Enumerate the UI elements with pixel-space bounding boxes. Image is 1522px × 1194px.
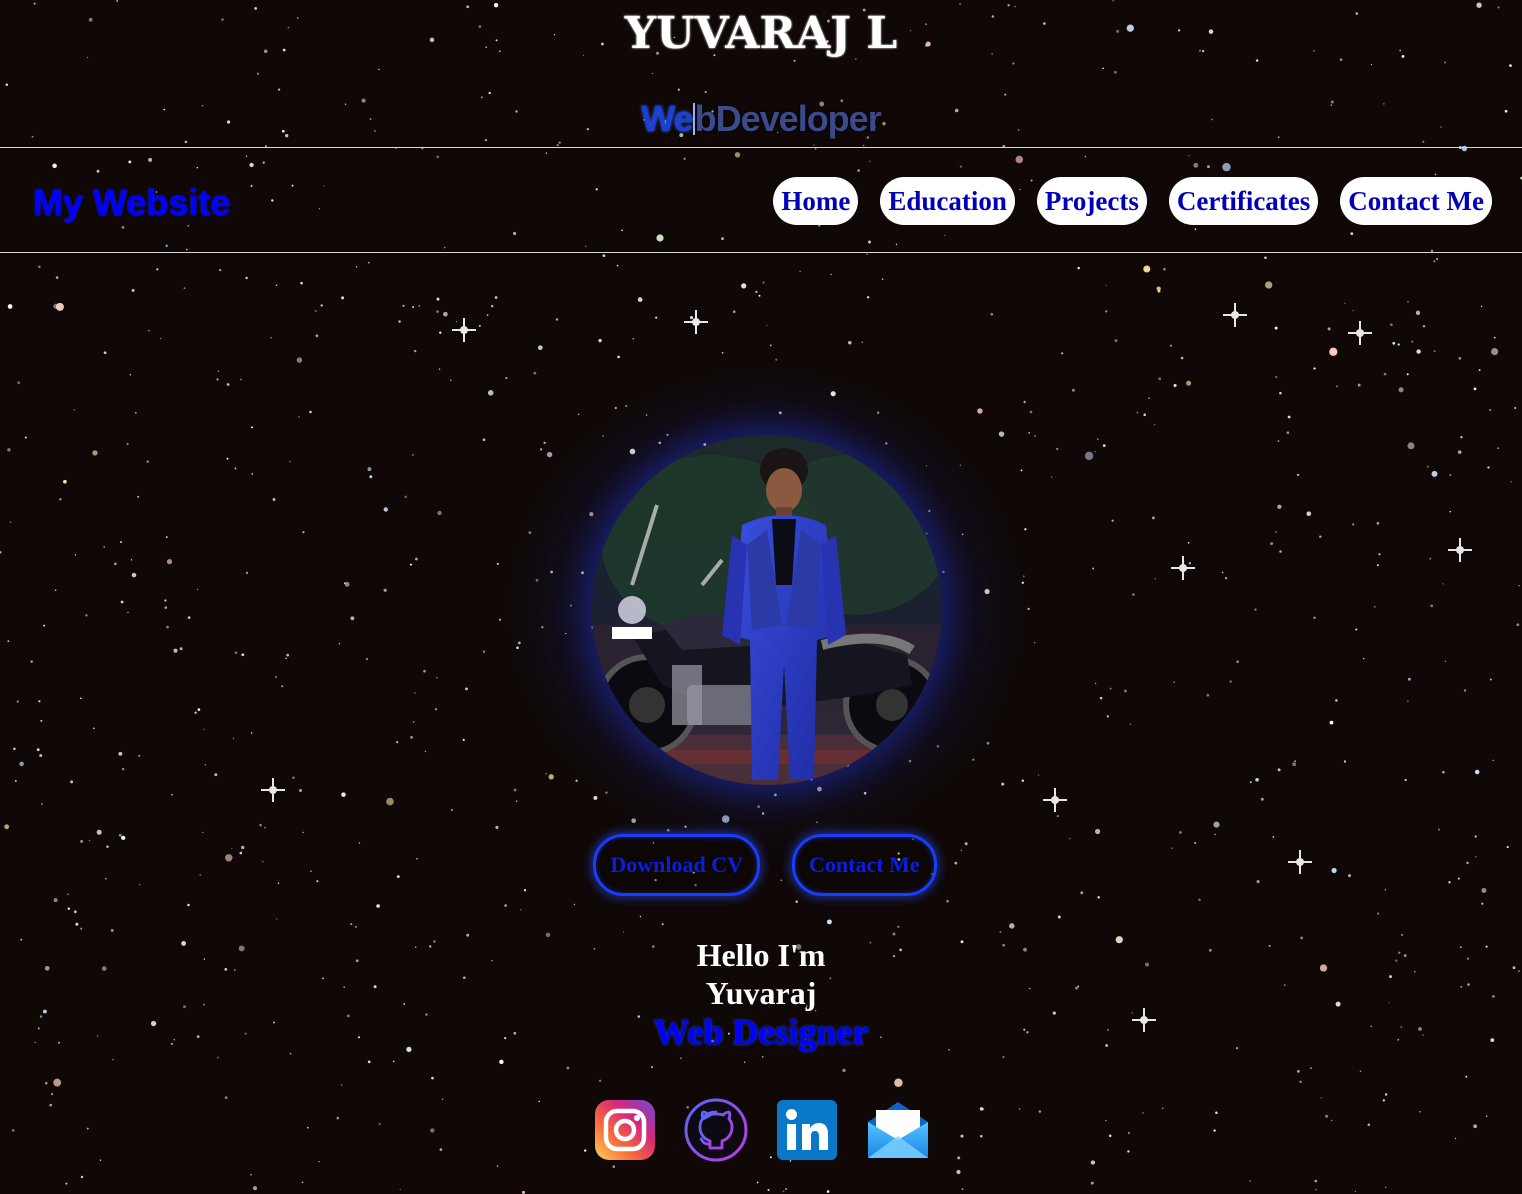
nav-links: Home Education Projects Certificates Con… <box>773 177 1492 225</box>
email-icon[interactable] <box>866 1098 930 1162</box>
nav-link-home[interactable]: Home <box>773 177 859 225</box>
intro-greeting: Hello I'm <box>696 937 826 973</box>
site-title: YUVARAJ L <box>624 8 898 59</box>
nav-link-certificates[interactable]: Certificates <box>1168 177 1319 225</box>
typed-role-text: WebDeveloper <box>0 98 1522 140</box>
nav-link-projects[interactable]: Projects <box>1036 177 1147 225</box>
action-buttons: Download CV Contact Me <box>0 834 1522 896</box>
intro-role: Web Designer <box>653 1012 869 1052</box>
download-cv-button[interactable]: Download CV <box>593 834 761 896</box>
contact-me-button[interactable]: Contact Me <box>792 834 937 896</box>
intro-block: Hello I'm Yuvaraj Web Designer <box>0 936 1522 1052</box>
brand-logo[interactable]: My Website <box>33 182 230 224</box>
typed-text-pending: bDeveloper <box>694 98 882 139</box>
instagram-icon[interactable] <box>593 1098 657 1162</box>
linkedin-icon[interactable] <box>775 1098 839 1162</box>
nav-link-contact[interactable]: Contact Me <box>1340 177 1492 225</box>
navbar: My Website Home Education Projects Certi… <box>0 147 1522 253</box>
typed-text-done: We <box>641 98 693 139</box>
intro-name: Yuvaraj <box>705 975 817 1011</box>
nav-link-education[interactable]: Education <box>880 177 1015 225</box>
profile-photo <box>592 435 942 785</box>
github-icon[interactable] <box>684 1098 748 1162</box>
social-links <box>0 1098 1522 1162</box>
